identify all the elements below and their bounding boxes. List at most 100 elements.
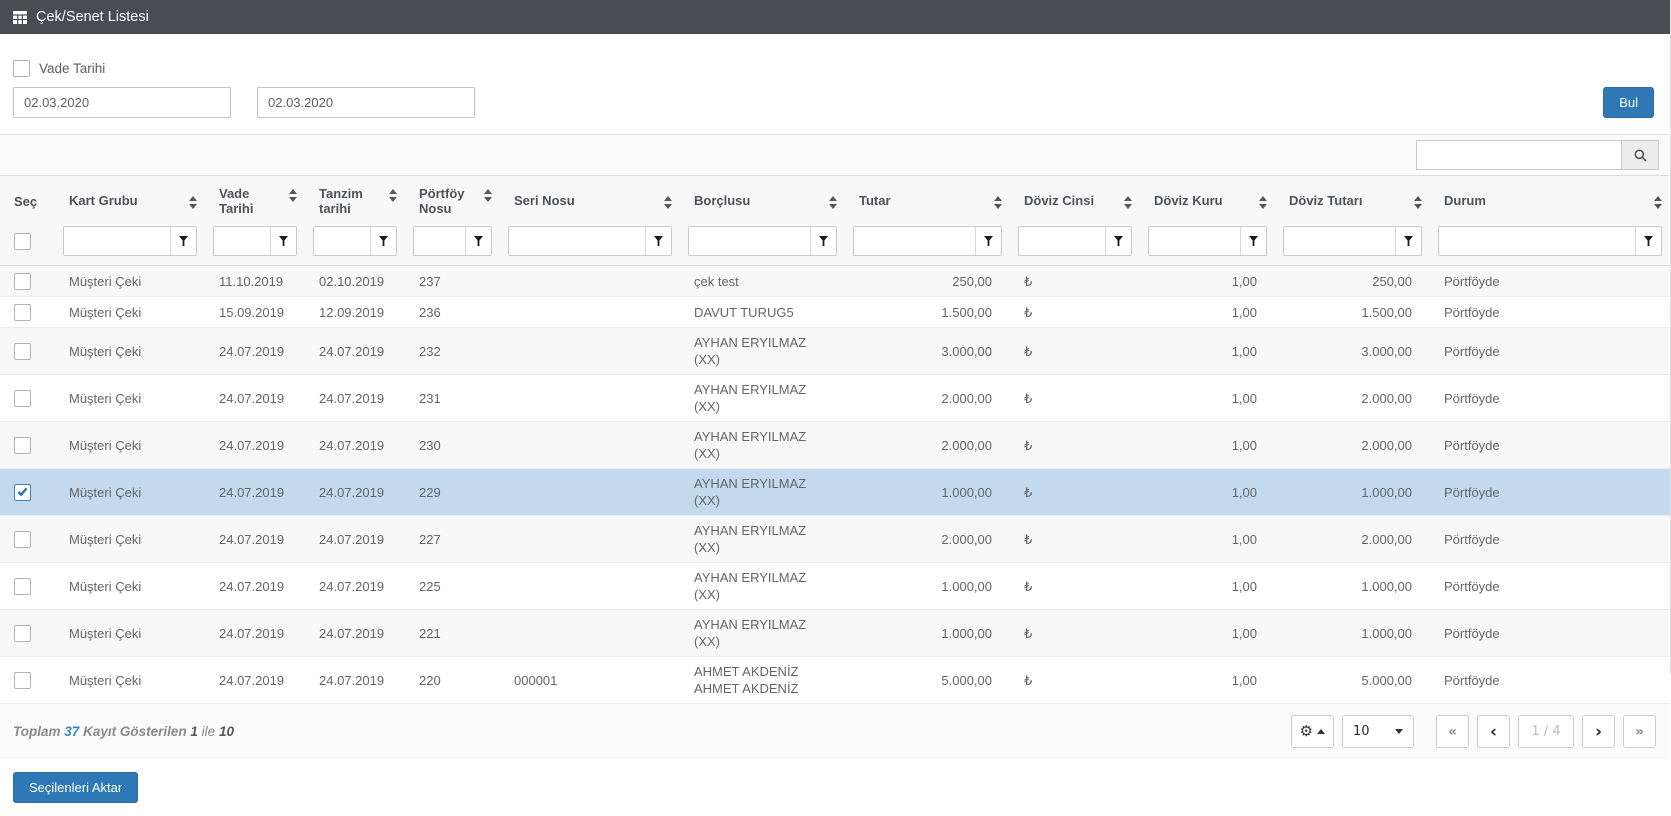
column-header-borclusu[interactable]: Borçlusu bbox=[680, 175, 845, 222]
date-from-input[interactable] bbox=[13, 87, 231, 118]
table-row[interactable]: Müşteri Çeki 24.07.2019 24.07.2019 225 AYHAN… bbox=[0, 562, 1670, 611]
row-checkbox[interactable] bbox=[14, 484, 31, 502]
filter-icon[interactable] bbox=[270, 227, 296, 255]
sort-icon[interactable] bbox=[1414, 196, 1422, 209]
gear-icon: ⚙ bbox=[1299, 722, 1313, 741]
filter-input-portfoy_nosu[interactable] bbox=[414, 227, 465, 255]
filter-input-durum[interactable] bbox=[1439, 227, 1635, 255]
next-page-button[interactable]: › bbox=[1582, 715, 1615, 749]
filter-input-tanzim_tarihi[interactable] bbox=[314, 227, 370, 255]
cell-tanzim_tarihi: 24.07.2019 bbox=[305, 609, 405, 658]
filter-input-tutar[interactable] bbox=[854, 227, 975, 255]
cell-durum: Pörtföyde bbox=[1430, 296, 1670, 329]
column-header-vade_tarihi[interactable]: Vade Tarihi bbox=[205, 175, 305, 222]
column-header-doviz_cinsi[interactable]: Döviz Cinsi bbox=[1010, 175, 1140, 222]
cell-select bbox=[0, 421, 55, 470]
column-header-doviz_tutari[interactable]: Döviz Tutarı bbox=[1275, 175, 1430, 222]
filter-icon[interactable] bbox=[1635, 227, 1661, 255]
cell-portfoy_nosu: 229 bbox=[405, 468, 500, 517]
column-header-kart_grubu[interactable]: Kart Grubu bbox=[55, 175, 205, 222]
sort-icon[interactable] bbox=[289, 189, 297, 202]
sort-icon[interactable] bbox=[1259, 196, 1267, 209]
table-row[interactable]: Müşteri Çeki 24.07.2019 24.07.2019 221 AYHAN… bbox=[0, 609, 1670, 658]
table-row[interactable]: Müşteri Çeki 24.07.2019 24.07.2019 230 AYHAN… bbox=[0, 421, 1670, 470]
row-checkbox[interactable] bbox=[14, 578, 31, 596]
cell-durum: Pörtföyde bbox=[1430, 374, 1670, 423]
filter-icon[interactable] bbox=[1240, 227, 1266, 255]
filter-input-doviz_cinsi[interactable] bbox=[1019, 227, 1105, 255]
table-row[interactable]: Müşteri Çeki 24.07.2019 24.07.2019 229 AYHAN… bbox=[0, 468, 1670, 517]
cell-kart_grubu: Müşteri Çeki bbox=[55, 421, 205, 470]
column-label: Döviz Tutarı bbox=[1289, 193, 1363, 208]
sort-icon[interactable] bbox=[1124, 196, 1132, 209]
last-page-button[interactable]: » bbox=[1623, 715, 1656, 749]
sort-icon[interactable] bbox=[484, 189, 492, 202]
sort-icon[interactable] bbox=[829, 196, 837, 209]
table-row[interactable]: Müşteri Çeki 11.10.2019 02.10.2019 237 çek t… bbox=[0, 265, 1670, 298]
search-input[interactable] bbox=[1417, 141, 1621, 169]
prev-page-button[interactable]: ‹ bbox=[1477, 715, 1510, 749]
row-checkbox[interactable] bbox=[14, 625, 31, 643]
filter-icon[interactable] bbox=[810, 227, 836, 255]
filter-cell-doviz_cinsi bbox=[1010, 222, 1140, 266]
row-checkbox[interactable] bbox=[14, 343, 31, 361]
table-row[interactable]: Müşteri Çeki 24.07.2019 24.07.2019 231 AYHAN… bbox=[0, 374, 1670, 423]
cell-doviz_cinsi: ₺ bbox=[1010, 515, 1140, 564]
first-page-button[interactable]: « bbox=[1436, 715, 1469, 749]
row-checkbox[interactable] bbox=[14, 437, 31, 455]
filter-input-borclusu[interactable] bbox=[689, 227, 810, 255]
filter-input-kart_grubu[interactable] bbox=[64, 227, 170, 255]
cell-doviz_kuru: 1,00 bbox=[1140, 515, 1275, 564]
row-checkbox[interactable] bbox=[14, 390, 31, 408]
sort-icon[interactable] bbox=[994, 196, 1002, 209]
cell-portfoy_nosu: 227 bbox=[405, 515, 500, 564]
filter-input-seri_nosu[interactable] bbox=[509, 227, 645, 255]
filter-icon[interactable] bbox=[1105, 227, 1131, 255]
cell-select bbox=[0, 609, 55, 658]
table-settings-button[interactable]: ⚙ bbox=[1290, 715, 1334, 749]
filter-icon[interactable] bbox=[170, 227, 196, 255]
filter-icon[interactable] bbox=[370, 227, 396, 255]
cell-doviz_tutari: 250,00 bbox=[1275, 265, 1430, 298]
column-header-doviz_kuru[interactable]: Döviz Kuru bbox=[1140, 175, 1275, 222]
cell-borclusu: DAVUT TURUG5 bbox=[680, 296, 845, 329]
date-to-input[interactable] bbox=[257, 87, 475, 118]
cek-senet-panel: Çek/Senet Listesi Vade Tarihi Bul bbox=[0, 0, 1671, 804]
panel-title: Çek/Senet Listesi bbox=[36, 9, 149, 25]
table-row[interactable]: Müşteri Çeki 24.07.2019 24.07.2019 232 AYHAN… bbox=[0, 327, 1670, 376]
table-row[interactable]: Müşteri Çeki 24.07.2019 24.07.2019 227 AYHAN… bbox=[0, 515, 1670, 564]
filter-icon[interactable] bbox=[465, 227, 491, 255]
search-icon[interactable] bbox=[1621, 141, 1658, 169]
column-header-tutar[interactable]: Tutar bbox=[845, 175, 1010, 222]
page-size-select[interactable]: 10 bbox=[1342, 715, 1414, 749]
column-header-portfoy_nosu[interactable]: Pörtföy Nosu bbox=[405, 175, 500, 222]
filter-icon[interactable] bbox=[975, 227, 1001, 255]
filter-input-vade_tarihi[interactable] bbox=[214, 227, 270, 255]
select-all-checkbox[interactable] bbox=[14, 232, 31, 250]
cell-vade_tarihi: 24.07.2019 bbox=[205, 421, 305, 470]
column-header-tanzim_tarihi[interactable]: Tanzim tarihi bbox=[305, 175, 405, 222]
sort-icon[interactable] bbox=[664, 196, 672, 209]
next-page-icon: › bbox=[1594, 721, 1602, 742]
sort-icon[interactable] bbox=[189, 196, 197, 209]
cell-doviz_kuru: 1,00 bbox=[1140, 374, 1275, 423]
row-checkbox[interactable] bbox=[14, 304, 31, 322]
sort-icon[interactable] bbox=[1654, 196, 1662, 209]
row-checkbox[interactable] bbox=[14, 531, 31, 549]
table-row[interactable]: Müşteri Çeki 15.09.2019 12.09.2019 236 DAVUT… bbox=[0, 296, 1670, 329]
transfer-selected-button[interactable]: Seçilenleri Aktar bbox=[13, 772, 139, 804]
cell-tutar: 1.000,00 bbox=[845, 609, 1010, 658]
filter-icon[interactable] bbox=[645, 227, 671, 255]
sort-icon[interactable] bbox=[389, 189, 397, 202]
filter-input-doviz_tutari[interactable] bbox=[1284, 227, 1395, 255]
bul-button[interactable]: Bul bbox=[1603, 87, 1654, 118]
filter-input-doviz_kuru[interactable] bbox=[1149, 227, 1240, 255]
table-row[interactable]: Müşteri Çeki 24.07.2019 24.07.2019 220 00000… bbox=[0, 656, 1670, 705]
filter-icon[interactable] bbox=[1395, 227, 1421, 255]
cell-doviz_tutari: 1.000,00 bbox=[1275, 609, 1430, 658]
vade-tarihi-checkbox[interactable] bbox=[13, 60, 30, 77]
row-checkbox[interactable] bbox=[14, 273, 31, 291]
column-header-seri_nosu[interactable]: Seri Nosu bbox=[500, 175, 680, 222]
column-header-durum[interactable]: Durum bbox=[1430, 175, 1670, 222]
cell-borclusu: AYHAN ERYILMAZ (XX) bbox=[680, 515, 845, 564]
